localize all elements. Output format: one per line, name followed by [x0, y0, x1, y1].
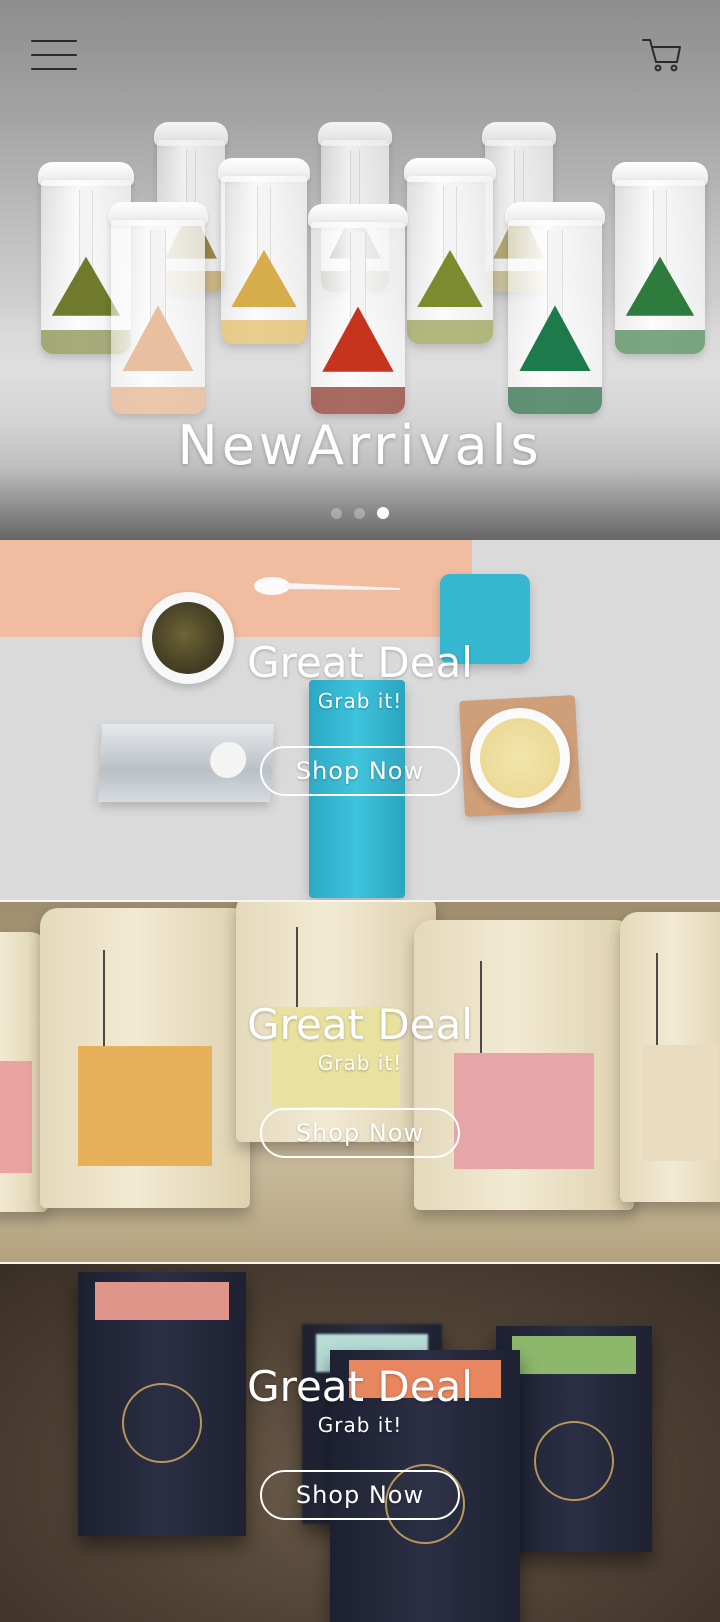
deal-subtitle: Grab it! [317, 1051, 403, 1075]
product-jar [612, 162, 708, 354]
deal-subtitle: Grab it! [317, 689, 403, 713]
hamburger-menu-icon[interactable] [31, 36, 77, 72]
deal-card-1: Great Deal Grab it! Shop Now [0, 540, 720, 900]
shop-now-button[interactable]: Shop Now [260, 746, 460, 796]
deal-subtitle: Grab it! [317, 1413, 403, 1437]
spoon-image [254, 577, 400, 595]
shopping-cart-icon[interactable] [642, 38, 682, 72]
deal-title: Great Deal [247, 1362, 473, 1411]
product-jar [505, 202, 605, 414]
deal-title: Great Deal [247, 1000, 473, 1049]
shop-now-button[interactable]: Shop Now [260, 1108, 460, 1158]
shop-now-button[interactable]: Shop Now [260, 1470, 460, 1520]
deal-card-2: Great Deal Grab it! Shop Now [0, 902, 720, 1262]
hero-carousel[interactable]: NewArrivals [0, 0, 720, 540]
carousel-dot[interactable] [354, 507, 365, 519]
tea-cup-image [470, 708, 570, 808]
app-root: NewArrivals Great Deal Grab it! Shop Now [0, 0, 720, 1622]
deal-title: Great Deal [247, 638, 473, 687]
deal-card-3: Great Deal Grab it! Shop Now [0, 1264, 720, 1622]
product-jar [108, 202, 208, 414]
carousel-dot[interactable] [331, 507, 342, 519]
product-jar [218, 158, 310, 344]
product-jar [308, 204, 408, 414]
carousel-dot-active[interactable] [377, 507, 389, 519]
carousel-indicators [0, 507, 720, 519]
tea-pouch-image [97, 724, 275, 802]
product-jar [404, 158, 496, 344]
hero-title: NewArrivals [177, 414, 543, 477]
